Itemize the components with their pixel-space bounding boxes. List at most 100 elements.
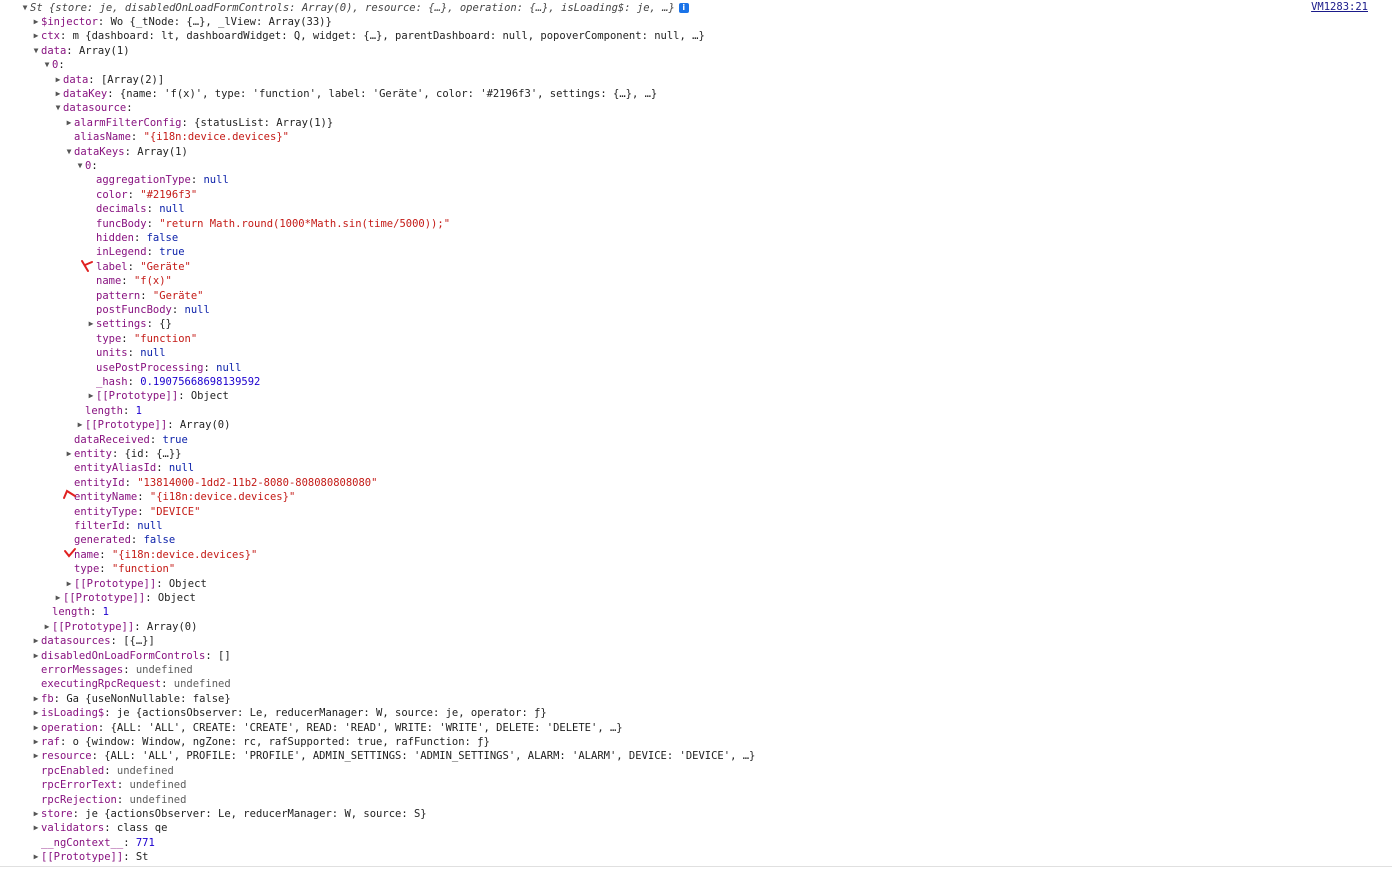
property-row[interactable]: ▶ data: [Array(2)] (53, 73, 165, 87)
key-separator: : (99, 563, 112, 576)
triangle-down-icon[interactable]: ▼ (53, 101, 63, 115)
property-row[interactable]: ▶ [[Prototype]]: St (31, 850, 149, 864)
property-value: true (159, 246, 185, 259)
property-row[interactable]: ▶ $injector: Wo {_tNode: {…}, _lView: Arr… (31, 15, 332, 29)
property-key: postFuncBody (96, 303, 172, 316)
key-separator: : (53, 692, 67, 705)
property-row[interactable]: ▶ [[Prototype]]: Object (53, 591, 196, 605)
property-value: je {actionsObserver: Le, reducerManager:… (116, 707, 547, 720)
property-row[interactable]: ▶ [[Prototype]]: Object (86, 389, 229, 403)
triangle-right-icon[interactable]: ▶ (42, 620, 52, 634)
property-key: decimals (96, 203, 147, 216)
property-row: aliasName: "{i18n:device.devices}" (64, 130, 289, 144)
property-value: null (216, 361, 242, 374)
property-row[interactable]: ▶ dataKey: {name: 'f(x)', type: 'function… (53, 87, 658, 101)
triangle-down-icon[interactable]: ▼ (20, 1, 30, 15)
property-key: aliasName (74, 131, 131, 144)
triangle-down-icon[interactable]: ▼ (31, 44, 41, 58)
triangle-right-icon[interactable]: ▶ (31, 850, 41, 864)
property-key: rpcErrorText (41, 779, 117, 792)
key-separator: : (110, 635, 124, 648)
property-row[interactable]: ▶ datasources: [{…}] (31, 634, 155, 648)
key-separator: : (97, 721, 111, 734)
triangle-right-icon[interactable]: ▶ (31, 721, 41, 735)
triangle-right-icon[interactable]: ▶ (31, 807, 41, 821)
property-value: {} (159, 318, 172, 331)
triangle-right-icon[interactable]: ▶ (53, 591, 63, 605)
triangle-right-icon[interactable]: ▶ (31, 649, 41, 663)
triangle-right-icon[interactable]: ▶ (31, 749, 41, 763)
info-icon[interactable]: i (678, 2, 689, 13)
triangle-right-icon[interactable]: ▶ (53, 87, 63, 101)
property-row: pattern: "Geräte" (86, 289, 204, 303)
property-row[interactable]: ▶ [[Prototype]]: Object (64, 577, 207, 591)
property-value: je {actionsObserver: Le, reducerManager:… (85, 807, 427, 820)
property-key: resource (41, 750, 92, 763)
key-separator: : (97, 15, 111, 28)
property-row[interactable]: ▶ raf: o {window: Window, ngZone: rc, raf… (31, 735, 490, 749)
property-value: {name: 'f(x)', type: 'function', label: … (119, 87, 658, 100)
triangle-right-icon[interactable]: ▶ (64, 577, 74, 591)
property-row[interactable]: ▶ ctx: m {dashboard: lt, dashboardWidget:… (31, 29, 705, 43)
triangle-right-icon[interactable]: ▶ (31, 692, 41, 706)
triangle-right-icon[interactable]: ▶ (75, 418, 85, 432)
property-key: datasources (41, 635, 111, 648)
property-value: [] (218, 649, 231, 662)
property-row[interactable]: ▼ 0: (42, 58, 65, 72)
console-object-header[interactable]: ▼ St {store: je, disabledOnLoadFormContro… (20, 1, 689, 15)
property-value: "function" (111, 563, 176, 576)
key-separator: : (130, 131, 144, 144)
property-row: type: "function" (86, 332, 197, 346)
triangle-right-icon[interactable]: ▶ (64, 447, 74, 461)
property-row[interactable]: ▼ dataKeys: Array(1) (64, 145, 188, 159)
property-value: m {dashboard: lt, dashboardWidget: Q, wi… (72, 30, 705, 43)
triangle-right-icon[interactable]: ▶ (31, 706, 41, 720)
property-row[interactable]: ▶ store: je {actionsObserver: Le, reducer… (31, 807, 427, 821)
property-key: length (52, 606, 90, 619)
property-row[interactable]: ▶ isLoading$: je {actionsObserver: Le, re… (31, 706, 547, 720)
triangle-right-icon[interactable]: ▶ (53, 73, 63, 87)
triangle-right-icon[interactable]: ▶ (31, 821, 41, 835)
property-value: [{…}] (123, 635, 155, 648)
triangle-right-icon[interactable]: ▶ (86, 389, 96, 403)
property-value: o {window: Window, ngZone: rc, rafSuppor… (72, 735, 490, 748)
property-row[interactable]: ▼ datasource: (53, 101, 133, 115)
key-separator: : (66, 44, 79, 57)
property-row[interactable]: ▶ settings: {} (86, 317, 172, 331)
triangle-right-icon[interactable]: ▶ (31, 15, 41, 29)
key-separator: : (149, 433, 163, 446)
key-separator: : (116, 779, 130, 792)
property-row: units: null (86, 346, 166, 360)
property-value: "function" (133, 332, 198, 345)
property-value: undefined (173, 678, 231, 691)
property-key: length (85, 404, 123, 417)
property-row[interactable]: ▼ data: Array(1) (31, 44, 130, 58)
property-row[interactable]: ▶ alarmFilterConfig: {statusList: Array(1… (64, 116, 334, 130)
property-row[interactable]: ▶ [[Prototype]]: Array(0) (42, 620, 198, 634)
triangle-down-icon[interactable]: ▼ (64, 145, 74, 159)
triangle-down-icon[interactable]: ▼ (75, 159, 85, 173)
property-value: false (143, 534, 176, 547)
property-row[interactable]: ▶ disabledOnLoadFormControls: [] (31, 649, 231, 663)
triangle-right-icon[interactable]: ▶ (86, 317, 96, 331)
property-value: null (140, 347, 166, 360)
property-row[interactable]: ▶ entity: {id: {…}} (64, 447, 182, 461)
triangle-down-icon[interactable]: ▼ (42, 58, 52, 72)
triangle-right-icon[interactable]: ▶ (31, 634, 41, 648)
triangle-right-icon[interactable]: ▶ (64, 116, 74, 130)
source-location-link[interactable]: VM1283:21 (1311, 0, 1368, 14)
property-row: length: 1 (75, 404, 142, 418)
property-key: data (41, 44, 67, 57)
triangle-right-icon[interactable]: ▶ (31, 735, 41, 749)
triangle-right-icon[interactable]: ▶ (31, 29, 41, 43)
property-row[interactable]: ▶ fb: Ga {useNonNullable: false} (31, 692, 231, 706)
property-row[interactable]: ▶ validators: class qe (31, 821, 168, 835)
property-row[interactable]: ▶ operation: {ALL: 'ALL', CREATE: 'CREATE… (31, 721, 623, 735)
property-row[interactable]: ▶ [[Prototype]]: Array(0) (75, 418, 231, 432)
property-value: class qe (116, 822, 168, 835)
property-key: entityId (74, 476, 125, 489)
key-separator: : (104, 707, 117, 720)
property-row[interactable]: ▼ 0: (75, 159, 98, 173)
property-row: length: 1 (42, 605, 109, 619)
property-row[interactable]: ▶ resource: {ALL: 'ALL', PROFILE: 'PROFIL… (31, 749, 756, 763)
